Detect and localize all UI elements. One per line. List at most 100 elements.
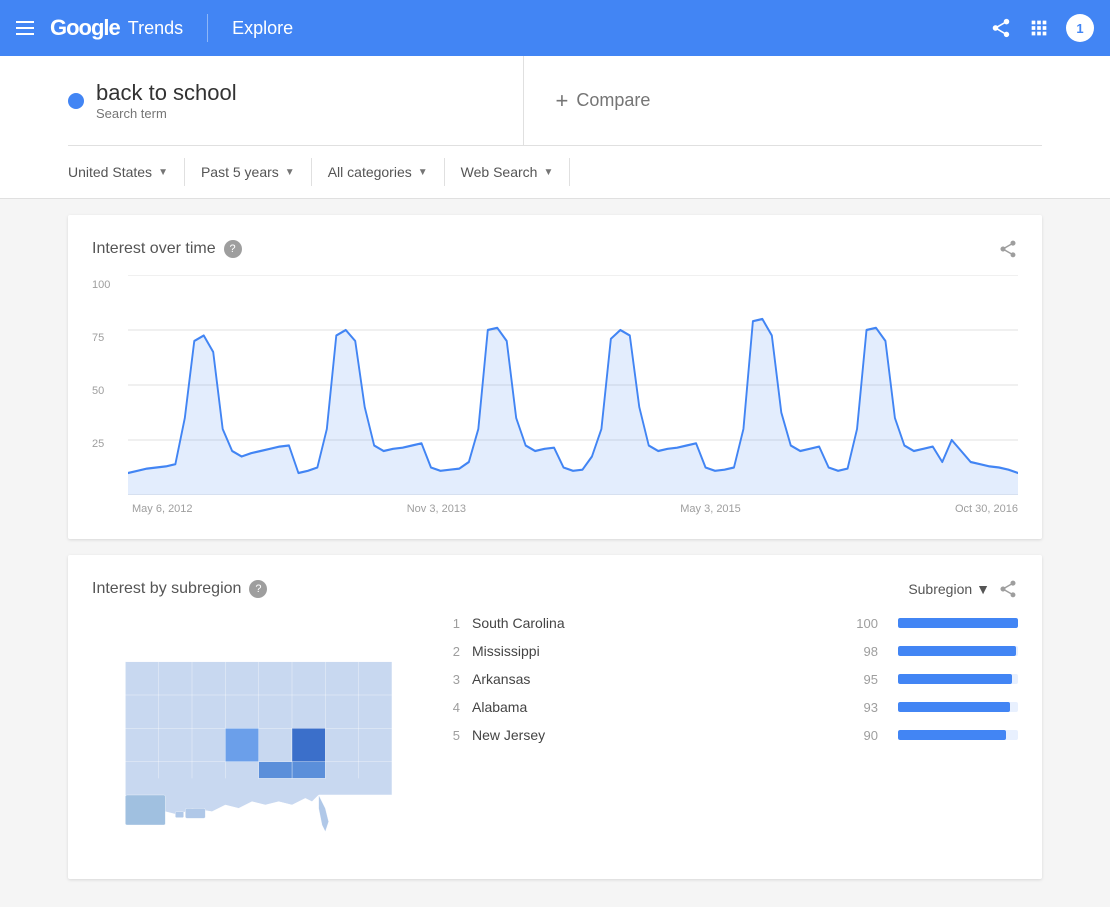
search-term-info: back to school Search term [96,80,237,121]
rank-score-3: 95 [848,672,878,687]
filter-region-label: United States [68,164,152,180]
rank-num-2: 2 [444,644,460,659]
filter-region[interactable]: United States ▼ [68,158,185,186]
rank-bar-bg-5 [898,730,1018,740]
ranking-item-5: 5 New Jersey 90 [444,727,1018,743]
x-axis-labels: May 6, 2012 Nov 3, 2013 May 3, 2015 Oct … [92,495,1018,515]
user-avatar[interactable]: 1 [1066,14,1094,42]
subregion-dropdown-arrow: ▼ [976,581,990,597]
chart-svg [92,275,1018,495]
google-wordmark: Google [50,15,120,41]
interest-over-time-chart: 100 75 50 25 [92,275,1018,495]
rank-score-1: 100 [848,616,878,631]
header-left: Google Trends Explore [16,14,293,42]
rank-bar-3 [898,674,1012,684]
interest-by-subregion-card: Interest by subregion ? Subregion ▼ [68,555,1042,879]
subregion-dropdown[interactable]: Subregion ▼ [908,581,990,597]
filter-search-type-label: Web Search [461,164,538,180]
subregion-header-right: Subregion ▼ [908,579,1018,599]
header-divider [207,14,208,42]
compare-box[interactable]: + Compare [524,56,1043,145]
search-term-box: back to school Search term [68,56,524,145]
page-label: Explore [232,18,293,39]
search-area: back to school Search term + Compare Uni… [0,56,1110,199]
subregion-title: Interest by subregion [92,580,241,598]
rank-bar-bg-2 [898,646,1018,656]
interest-over-time-title: Interest over time [92,240,216,258]
y-label-100: 100 [92,279,110,291]
category-dropdown-icon: ▼ [418,167,428,178]
logo: Google Trends [50,15,183,41]
rank-num-3: 3 [444,672,460,687]
filter-category-label: All categories [328,164,412,180]
y-label-75: 75 [92,332,110,344]
hawaii [185,808,205,818]
y-axis-labels: 100 75 50 25 [92,275,110,495]
mississippi [259,762,292,779]
ranking-item-1: 1 South Carolina 100 [444,615,1018,631]
interest-over-time-card: Interest over time ? 100 75 50 25 [68,215,1042,539]
share-icon[interactable] [990,17,1012,39]
ranking-item-2: 2 Mississippi 98 [444,643,1018,659]
product-name: Trends [128,18,183,39]
rank-bar-2 [898,646,1016,656]
hawaii-island [175,812,183,818]
rankings-list: 1 South Carolina 100 2 Mississippi 98 [444,615,1018,855]
arkansas [225,728,258,761]
header: Google Trends Explore 1 [0,0,1110,56]
filter-time-label: Past 5 years [201,164,279,180]
us-map [92,635,412,835]
alabama-ms [292,762,325,779]
x-label-1: May 6, 2012 [132,503,193,515]
filter-category[interactable]: All categories ▼ [312,158,445,186]
x-label-4: Oct 30, 2016 [955,503,1018,515]
rank-bar-1 [898,618,1018,628]
interest-over-time-help-icon[interactable]: ? [224,240,242,258]
interest-by-subregion-header: Interest by subregion ? Subregion ▼ [92,579,1018,599]
subregion-title-row: Interest by subregion ? [92,580,267,598]
rank-name-1: South Carolina [472,615,836,631]
rank-bar-4 [898,702,1010,712]
subregion-dropdown-label: Subregion [908,581,972,597]
interest-over-time-title-row: Interest over time ? [92,240,242,258]
rank-num-5: 5 [444,728,460,743]
compare-label: Compare [576,90,650,111]
filter-time[interactable]: Past 5 years ▼ [185,158,312,186]
search-term-dot [68,93,84,109]
rank-name-2: Mississippi [472,643,836,659]
filter-search-type[interactable]: Web Search ▼ [445,158,571,186]
rank-name-5: New Jersey [472,727,836,743]
rank-score-4: 93 [848,700,878,715]
rank-num-1: 1 [444,616,460,631]
apps-icon[interactable] [1028,17,1050,39]
search-term-row: back to school Search term + Compare [68,56,1042,146]
interest-over-time-share-icon[interactable] [998,239,1018,259]
rank-num-4: 4 [444,700,460,715]
search-type-dropdown-icon: ▼ [543,167,553,178]
south-carolina [292,728,325,761]
rank-bar-bg-4 [898,702,1018,712]
rank-score-2: 98 [848,644,878,659]
rank-score-5: 90 [848,728,878,743]
y-label-50: 50 [92,385,110,397]
y-label-25: 25 [92,438,110,450]
ranking-item-3: 3 Arkansas 95 [444,671,1018,687]
x-label-3: May 3, 2015 [680,503,741,515]
search-term-type: Search term [96,106,237,121]
header-right: 1 [990,14,1094,42]
x-label-2: Nov 3, 2013 [407,503,466,515]
subregion-help-icon[interactable]: ? [249,580,267,598]
rank-bar-bg-1 [898,618,1018,628]
ranking-item-4: 4 Alabama 93 [444,699,1018,715]
menu-icon[interactable] [16,21,34,35]
subregion-share-icon[interactable] [998,579,1018,599]
plus-icon: + [556,88,569,114]
us-map-container [92,615,412,855]
rank-bar-5 [898,730,1006,740]
rank-name-4: Alabama [472,699,836,715]
rank-name-3: Arkansas [472,671,836,687]
subregion-content: 1 South Carolina 100 2 Mississippi 98 [92,615,1018,855]
florida [319,795,329,832]
search-term-value: back to school [96,80,237,106]
region-dropdown-icon: ▼ [158,167,168,178]
